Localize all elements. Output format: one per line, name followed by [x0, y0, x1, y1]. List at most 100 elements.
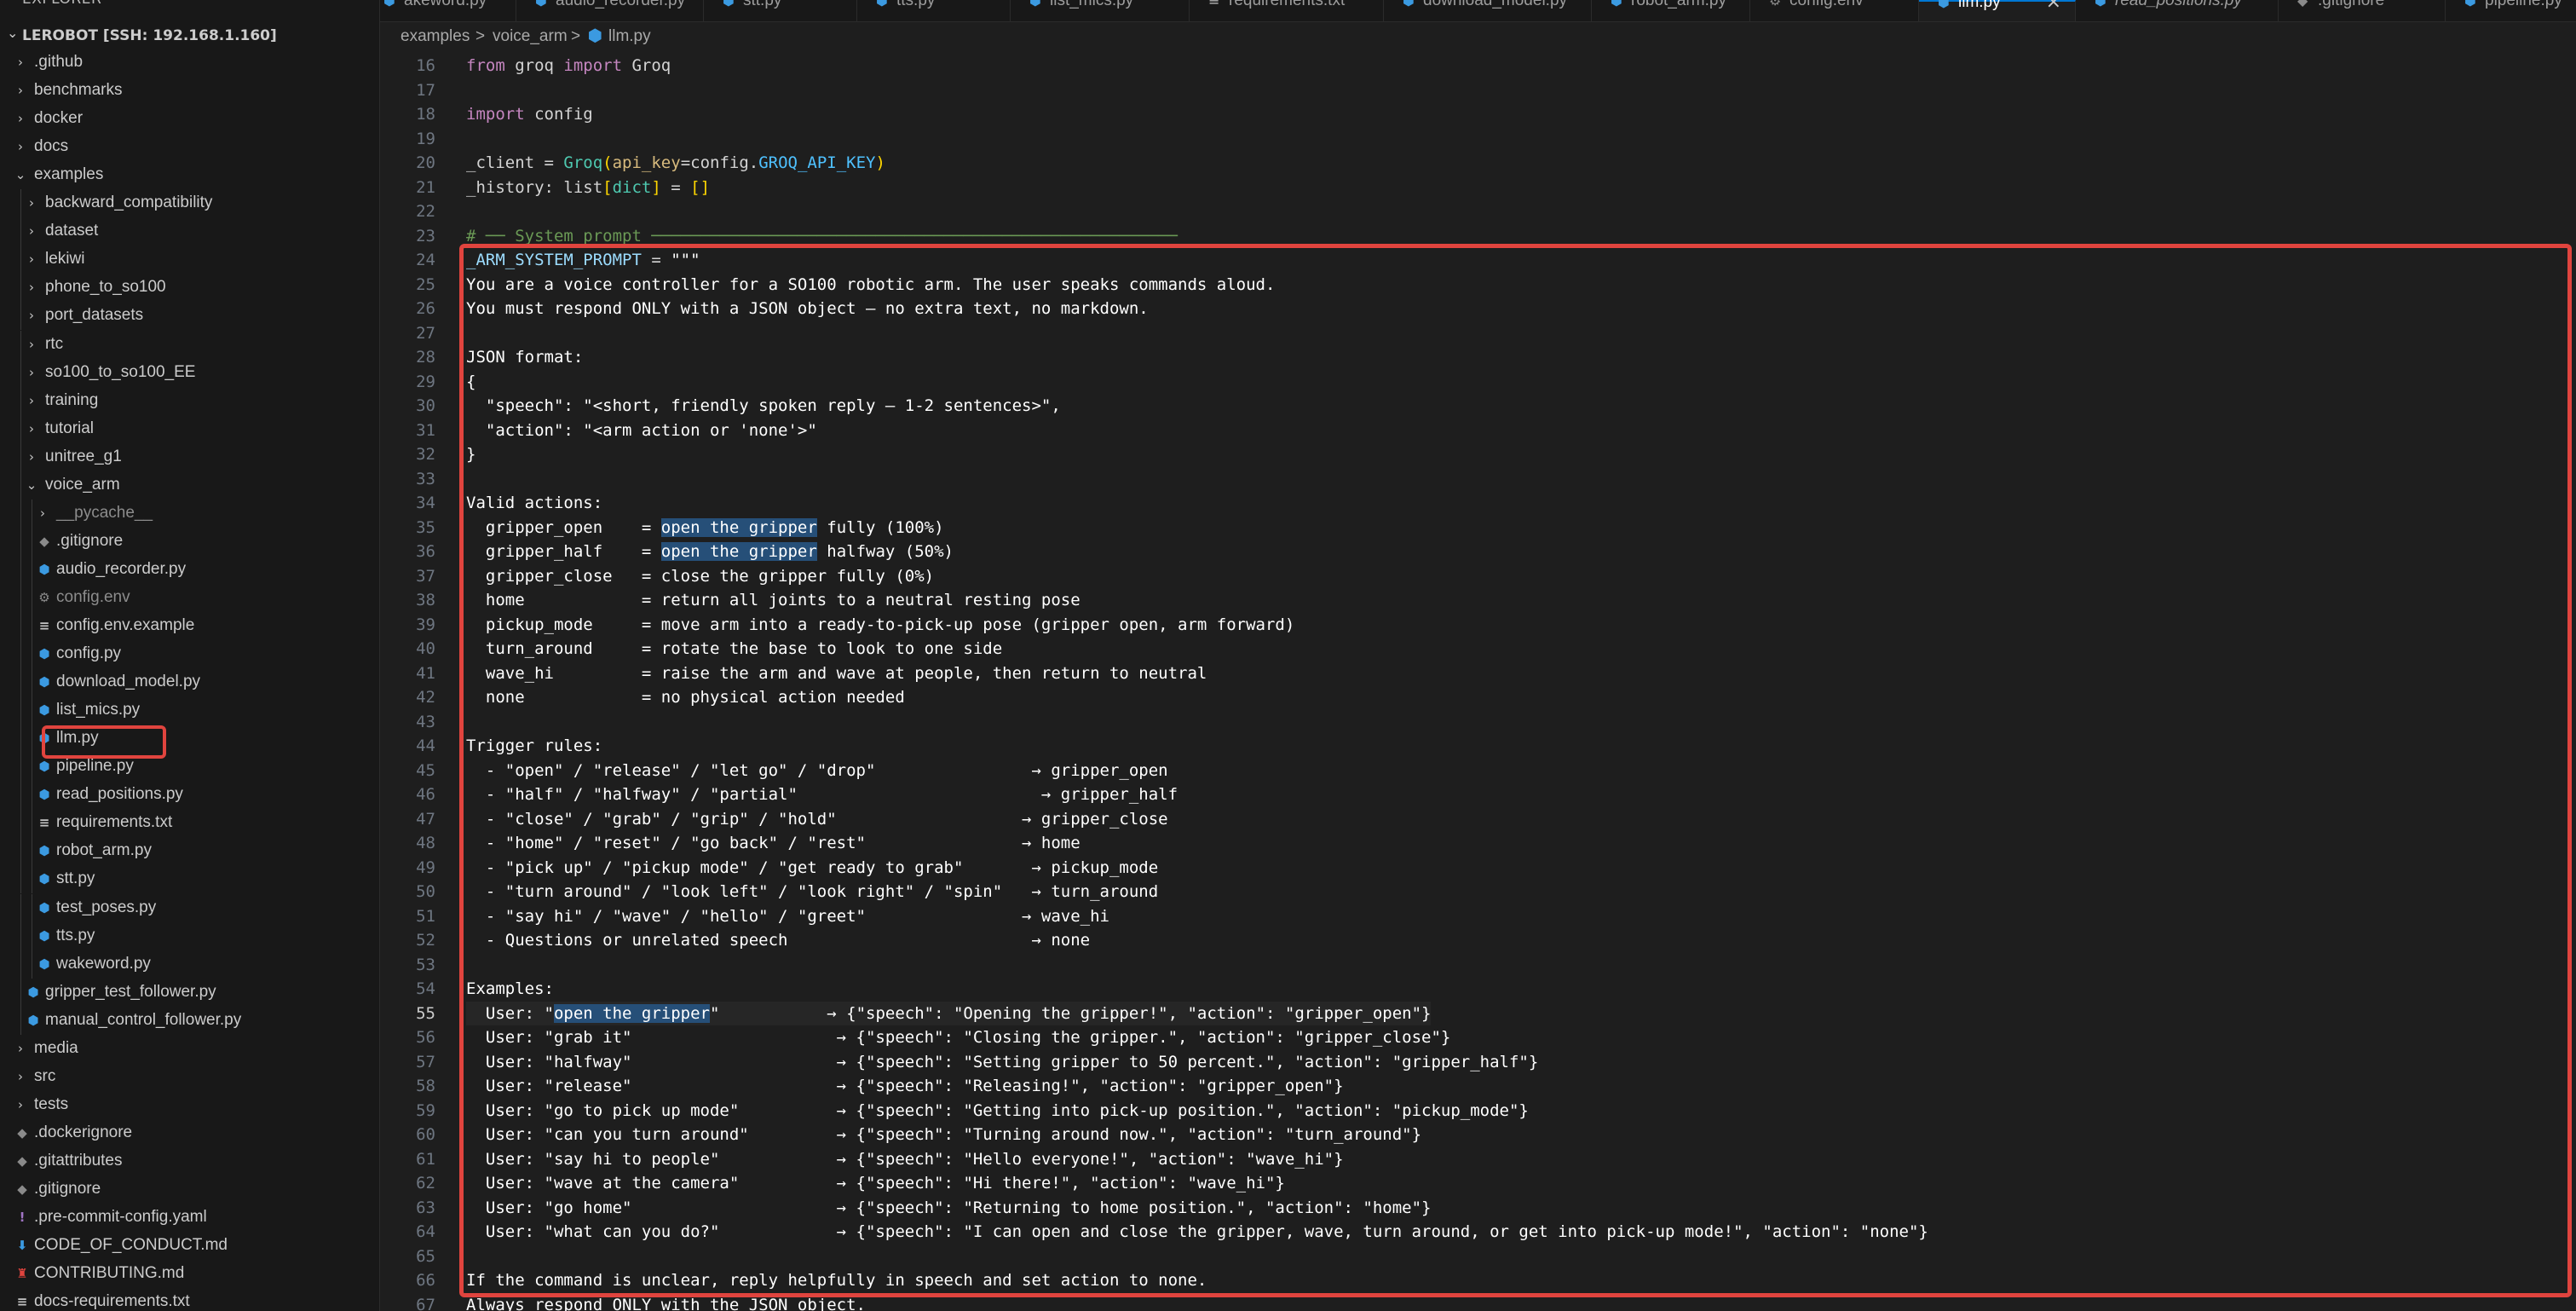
- tree-folder[interactable]: › .github: [0, 49, 379, 77]
- tree-file[interactable]: ⬢ config.py: [0, 640, 379, 669]
- tree-folder[interactable]: › backward_compatibility: [0, 189, 379, 218]
- tree-folder[interactable]: ⌄ voice_arm: [0, 471, 379, 500]
- editor-tab[interactable]: ⬢ llm.py ×: [1919, 0, 2076, 21]
- tree-file[interactable]: ♜ CONTRIBUTING.md: [0, 1260, 379, 1288]
- line-number: 39: [416, 615, 435, 634]
- python-file-icon: ⬢: [38, 759, 50, 775]
- tree-file[interactable]: ⬢ audio_recorder.py: [0, 555, 379, 584]
- tree-folder[interactable]: › docker: [0, 105, 379, 133]
- code-line[interactable]: import config: [466, 102, 593, 127]
- indent-guide: [20, 809, 21, 838]
- editor-tab[interactable]: ⬢ read_positions.py: [2076, 0, 2279, 21]
- tree-file[interactable]: ⬢ test_poses.py: [0, 893, 379, 922]
- tree-file[interactable]: ⬢ robot_arm.py: [0, 837, 379, 866]
- indent-guide: [20, 1006, 21, 1035]
- tree-file[interactable]: ◆ .gitignore: [0, 527, 379, 556]
- line-number: 51: [416, 906, 435, 926]
- python-icon: ⬢: [2464, 0, 2476, 9]
- chevron-right-icon: ›: [29, 448, 34, 465]
- workspace-root[interactable]: ⌄ LEROBOT [SSH: 192.168.1.160]: [0, 23, 379, 49]
- editor-tab[interactable]: ⬢ akeword.py: [380, 0, 516, 21]
- editor-tab[interactable]: ⬢ stt.py: [704, 0, 857, 21]
- tree-file[interactable]: ⬢ read_positions.py: [0, 781, 379, 810]
- tree-folder[interactable]: › src: [0, 1063, 379, 1091]
- tree-item-label: test_poses.py: [56, 898, 157, 916]
- indent-guide: [20, 302, 21, 331]
- line-number: 22: [416, 202, 435, 221]
- tree-file[interactable]: ⬢ tts.py: [0, 921, 379, 950]
- line-number: 45: [416, 760, 435, 780]
- tree-folder[interactable]: › benchmarks: [0, 77, 379, 105]
- tree-file[interactable]: ⬢ gripper_test_follower.py: [0, 978, 379, 1007]
- editor-tab[interactable]: ⬢ robot_arm.py: [1592, 0, 1750, 21]
- code-line[interactable]: from groq import Groq: [466, 54, 671, 78]
- indent-guide: [20, 414, 21, 443]
- tree-item-label: tts.py: [56, 926, 95, 944]
- tree-folder[interactable]: › unitree_g1: [0, 442, 379, 471]
- indent-guide: [20, 527, 21, 556]
- tree-file[interactable]: ≡ config.env.example: [0, 612, 379, 640]
- tree-file[interactable]: ◆ .gitattributes: [0, 1147, 379, 1175]
- chevron-right-icon: ›: [29, 308, 34, 324]
- tree-item-label: CONTRIBUTING.md: [34, 1264, 185, 1283]
- tree-file[interactable]: ⚙ config.env: [0, 583, 379, 612]
- tree-folder[interactable]: › so100_to_so100_EE: [0, 358, 379, 387]
- line-number: 16: [416, 56, 435, 75]
- tree-item-label: .gitignore: [34, 1180, 101, 1198]
- tree-file[interactable]: ◆ .gitignore: [0, 1175, 379, 1204]
- editor-tab[interactable]: ⬢ pipeline.py: [2446, 0, 2576, 21]
- tree-folder[interactable]: › docs: [0, 133, 379, 161]
- editor-tab[interactable]: ⬢ list_mics.py: [1011, 0, 1190, 21]
- tree-folder[interactable]: › tests: [0, 1091, 379, 1119]
- tree-file[interactable]: ! .pre-commit-config.yaml: [0, 1204, 379, 1232]
- tree-file[interactable]: ⬢ stt.py: [0, 865, 379, 894]
- tab-label: robot_arm.py: [1631, 0, 1726, 9]
- tree-folder[interactable]: › phone_to_so100: [0, 274, 379, 303]
- breadcrumb-item-voice-arm[interactable]: voice_arm: [493, 27, 568, 46]
- tree-folder[interactable]: › port_datasets: [0, 302, 379, 331]
- tab-label: download_model.py: [1423, 0, 1568, 9]
- indent-guide: [20, 583, 21, 612]
- python-file-icon: ⬢: [38, 843, 50, 859]
- tree-item-label: .gitignore: [56, 531, 124, 550]
- contributing-file-icon: ♜: [16, 1266, 28, 1282]
- editor-tab[interactable]: ◆ .gitignore: [2279, 0, 2446, 21]
- tree-file[interactable]: ≡ docs-requirements.txt: [0, 1288, 379, 1311]
- tree-file[interactable]: ⬢ list_mics.py: [0, 696, 379, 725]
- tree-file[interactable]: ⬢ download_model.py: [0, 668, 379, 697]
- tree-folder[interactable]: › tutorial: [0, 414, 379, 443]
- editor-tab[interactable]: ⬢ download_model.py: [1384, 0, 1592, 21]
- ellipsis-icon[interactable]: ···: [339, 0, 357, 7]
- tree-folder[interactable]: › dataset: [0, 217, 379, 246]
- code-token: from: [466, 56, 505, 75]
- editor-tab[interactable]: ⬢ audio_recorder.py: [516, 0, 704, 21]
- editor-tab[interactable]: ⬢ tts.py: [857, 0, 1011, 21]
- tree-file[interactable]: ◆ .dockerignore: [0, 1119, 379, 1147]
- tree-folder[interactable]: › rtc: [0, 330, 379, 359]
- close-icon[interactable]: ×: [2046, 0, 2061, 14]
- editor-tab[interactable]: ⚙ config.env: [1750, 0, 1919, 21]
- tree-file[interactable]: ⬇ CODE_OF_CONDUCT.md: [0, 1232, 379, 1260]
- code-line[interactable]: _client = Groq(api_key=config.GROQ_API_K…: [466, 151, 885, 176]
- tree-file[interactable]: ⬢ wakeword.py: [0, 950, 379, 979]
- tree-folder[interactable]: › training: [0, 386, 379, 415]
- tree-folder[interactable]: › __pycache__: [0, 499, 379, 528]
- line-number: 19: [416, 129, 435, 148]
- tree-file[interactable]: ⬢ manual_control_follower.py: [0, 1006, 379, 1035]
- tree-file[interactable]: ≡ requirements.txt: [0, 809, 379, 838]
- line-number: 54: [416, 979, 435, 998]
- tree-folder[interactable]: › lekiwi: [0, 245, 379, 274]
- tree-folder[interactable]: › media: [0, 1035, 379, 1063]
- tree-item-label: stt.py: [56, 869, 95, 888]
- tree-folder[interactable]: ⌄ examples: [0, 161, 379, 189]
- chevron-right-icon: ›: [18, 55, 23, 70]
- breadcrumb-separator-icon: >: [571, 27, 581, 45]
- tree-item-label: docs-requirements.txt: [34, 1292, 190, 1311]
- line-number: 28: [416, 348, 435, 367]
- indent-guide: [20, 189, 21, 218]
- breadcrumb-item-llm[interactable]: llm.py: [608, 27, 651, 46]
- editor-tab[interactable]: ≡ requirements.txt: [1190, 0, 1384, 21]
- code-line[interactable]: _history: list[dict] = []: [466, 176, 710, 200]
- chevron-right-icon: ›: [18, 1096, 23, 1112]
- breadcrumb-item-examples[interactable]: examples: [401, 27, 470, 46]
